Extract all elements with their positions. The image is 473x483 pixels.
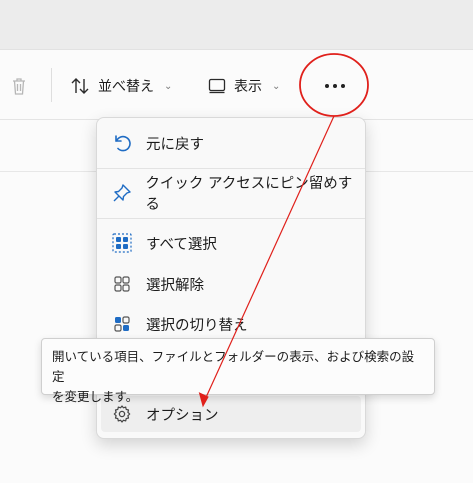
menu-item-label: 元に戻す — [146, 136, 204, 153]
title-bar — [0, 0, 473, 50]
toolbar-separator — [51, 68, 52, 102]
menu-item-undo[interactable]: 元に戻す — [101, 125, 361, 161]
invert-selection-icon — [111, 313, 133, 335]
delete-button[interactable] — [4, 72, 34, 100]
view-button[interactable]: 表示 ⌄ — [208, 72, 280, 100]
menu-item-select-none[interactable]: 選択解除 — [101, 266, 361, 302]
options-tooltip: 開いている項目、ファイルとフォルダーの表示、および検索の設定 を変更します。 — [41, 338, 435, 404]
command-bar: 並べ替え ⌄ 表示 ⌄ — [0, 50, 473, 120]
menu-item-select-all[interactable]: すべて選択 — [101, 225, 361, 261]
menu-item-label: 選択の切り替え — [146, 317, 248, 334]
pin-icon — [111, 182, 132, 204]
more-dots-icon — [341, 84, 345, 88]
undo-icon — [111, 132, 133, 154]
tooltip-line-2: を変更します。 — [52, 389, 139, 404]
menu-item-label: 選択解除 — [146, 277, 204, 294]
menu-divider — [97, 168, 365, 169]
sort-button[interactable]: 並べ替え ⌄ — [70, 72, 172, 100]
trash-icon — [13, 78, 25, 95]
menu-divider — [97, 218, 365, 219]
menu-item-label: すべて選択 — [146, 236, 217, 253]
sort-label: 並べ替え — [98, 79, 154, 95]
chevron-down-icon: ⌄ — [272, 80, 281, 92]
view-label: 表示 — [234, 79, 262, 95]
more-options-button[interactable] — [312, 70, 358, 102]
menu-item-label: クイック アクセスにピン留めする — [145, 176, 353, 213]
more-dots-icon — [333, 84, 337, 88]
tooltip-line-1: 開いている項目、ファイルとフォルダーの表示、および検索の設定 — [52, 349, 415, 384]
menu-item-invert-selection[interactable]: 選択の切り替え — [101, 306, 361, 342]
more-dots-icon — [325, 84, 329, 88]
chevron-down-icon: ⌄ — [164, 80, 173, 92]
select-none-icon — [111, 273, 133, 295]
view-pane-icon — [208, 78, 226, 94]
menu-item-pin-quick-access[interactable]: クイック アクセスにピン留めする — [101, 175, 361, 213]
select-all-icon — [111, 232, 133, 254]
sort-arrows-icon — [71, 78, 89, 94]
